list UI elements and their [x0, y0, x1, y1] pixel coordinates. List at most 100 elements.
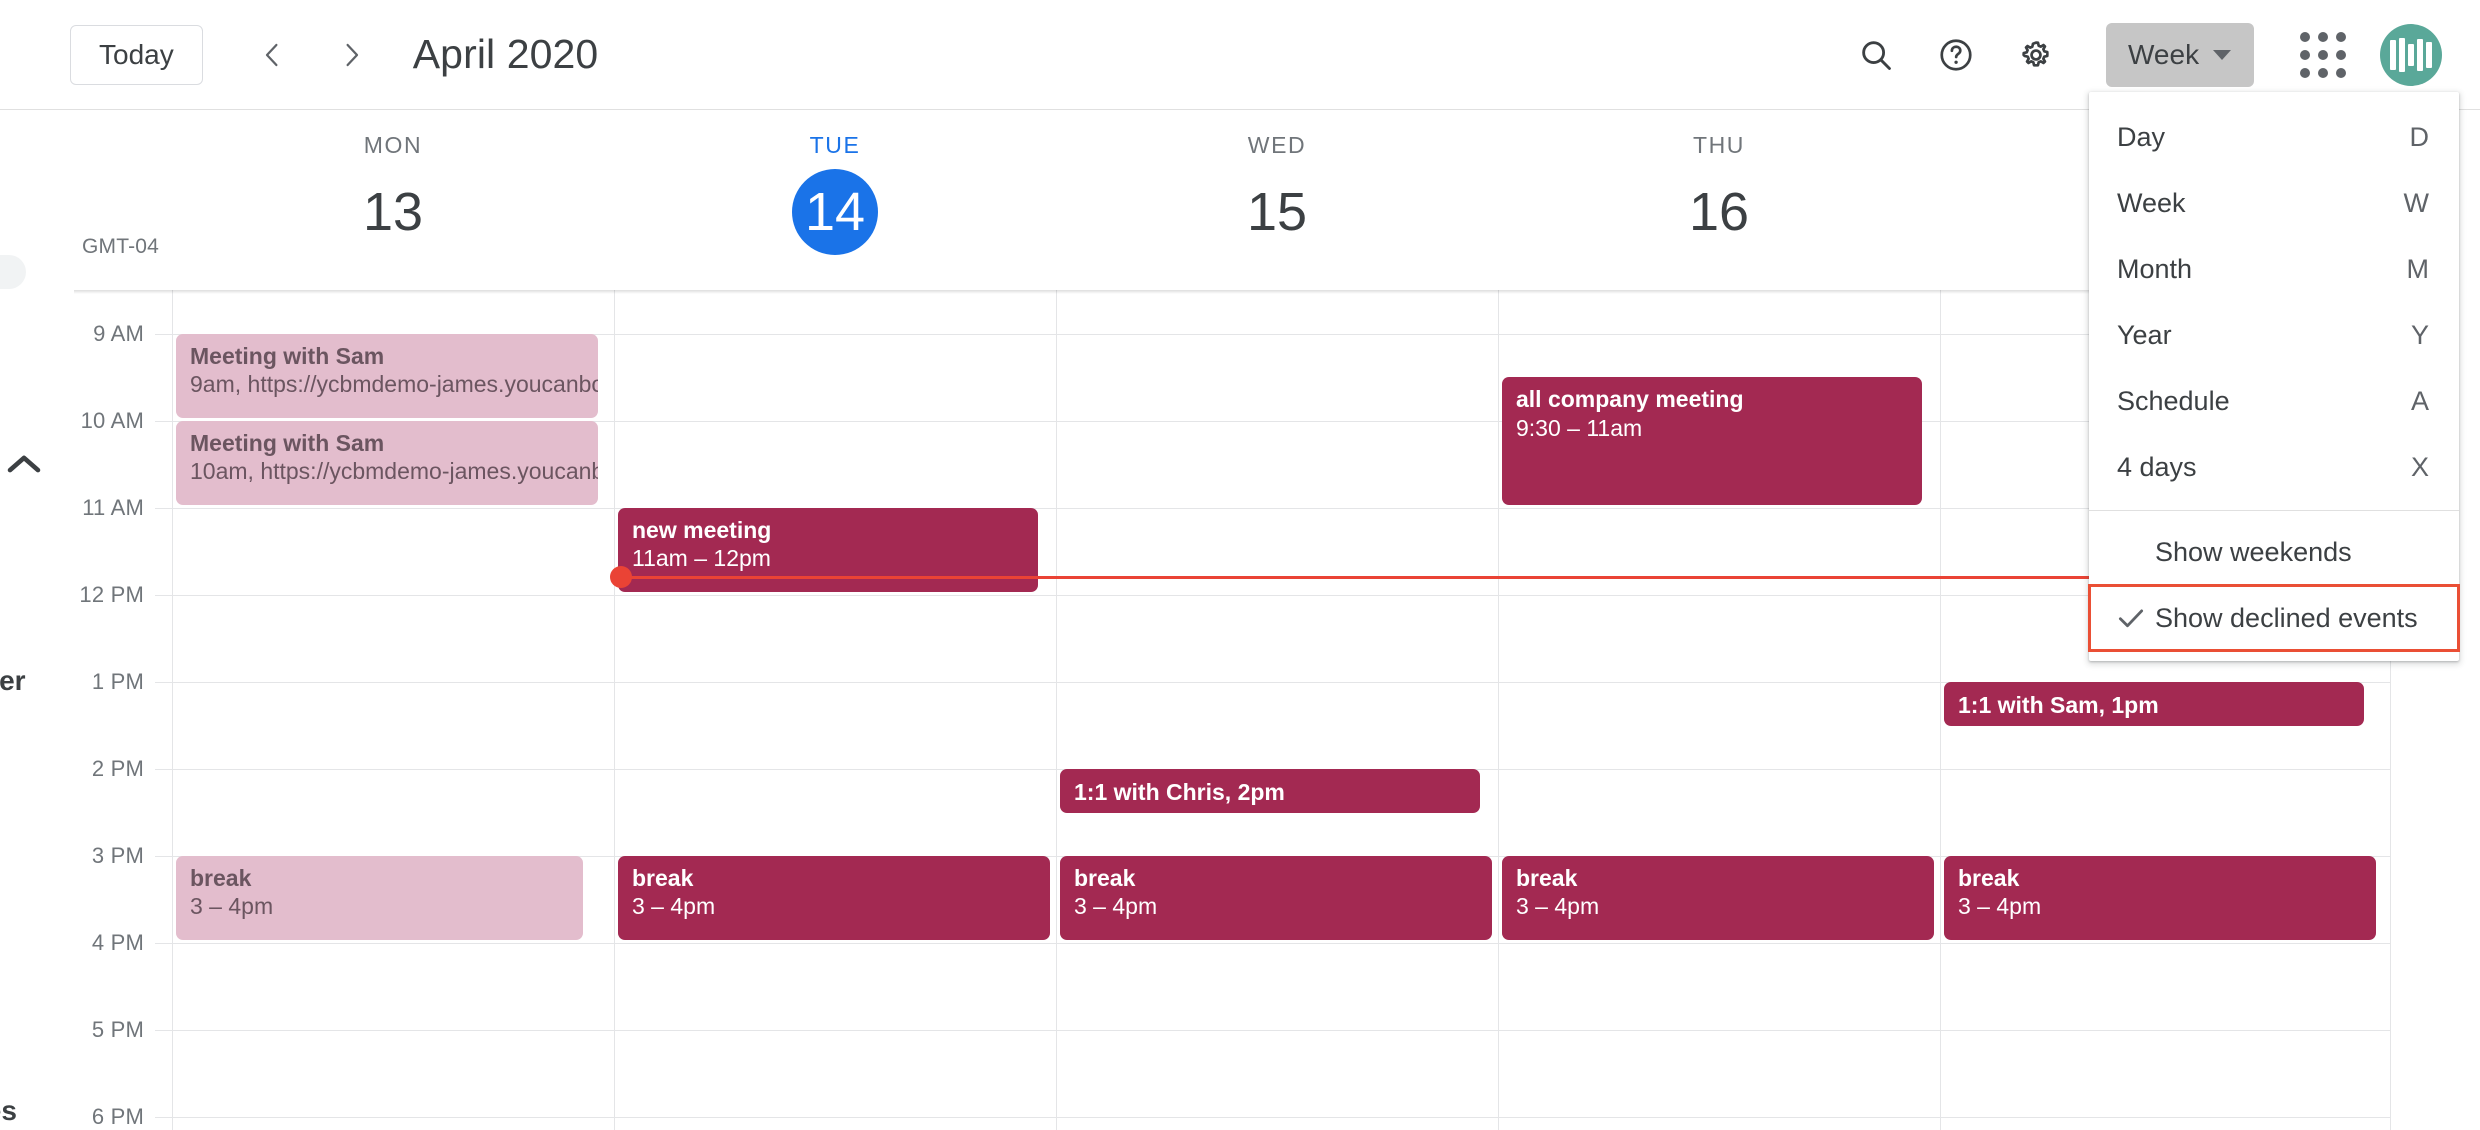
menu-item-label: 4 days	[2117, 451, 2197, 482]
event-title: break	[1516, 864, 1578, 891]
hour-tick	[155, 333, 172, 335]
calendar-event[interactable]: break 3 – 4pm	[176, 855, 583, 940]
menu-item-shortcut: M	[2406, 253, 2430, 284]
view-selector-button[interactable]: Week	[2106, 22, 2254, 87]
next-period-button[interactable]	[323, 26, 381, 84]
avatar-bar	[2426, 41, 2432, 68]
toolbar-actions: Week	[1838, 17, 2480, 93]
page-title: April 2020	[412, 31, 599, 77]
hour-tick	[155, 1116, 172, 1118]
event-title: break	[1958, 864, 2020, 891]
time-label: 4 PM	[91, 929, 144, 955]
event-title: new meeting	[632, 516, 772, 543]
menu-item-shortcut: X	[2410, 451, 2429, 482]
event-time: 3 – 4pm	[190, 893, 274, 920]
time-label: 3 PM	[91, 842, 144, 868]
menu-item-4-days[interactable]: 4 days X	[2089, 434, 2459, 500]
day-number-label: 14	[792, 169, 878, 255]
avatar-bar	[2399, 37, 2405, 72]
event-title: 1:1 with Chris, 2pm	[1074, 778, 1285, 805]
day-header-thu[interactable]: THU 16	[1498, 110, 1940, 290]
hour-tick	[155, 855, 172, 857]
time-label: 11 AM	[82, 494, 144, 520]
menu-item-month[interactable]: Month M	[2089, 236, 2459, 302]
calendar-event[interactable]: Meeting with Sam 9am, https://ycbmdemo-ja…	[176, 333, 598, 418]
chevron-up-icon	[7, 455, 41, 473]
google-apps-button[interactable]	[2300, 31, 2346, 78]
day-header-mon[interactable]: MON 13	[172, 110, 614, 290]
calendar-event[interactable]: 1:1 with Sam, 1pm	[1944, 681, 2364, 727]
menu-item-label: Month	[2117, 253, 2193, 284]
search-button[interactable]	[1838, 17, 1914, 93]
apps-grid-dot	[2300, 49, 2310, 60]
chevron-left-icon	[265, 43, 278, 66]
timezone-label: GMT-04	[82, 235, 160, 258]
time-label: 2 PM	[91, 755, 144, 781]
event-time: 3 – 4pm	[1958, 893, 2042, 920]
sidebar-pill	[0, 255, 26, 289]
menu-item-show-declined-events[interactable]: Show declined events	[2088, 584, 2460, 652]
chevron-down-icon	[2213, 49, 2232, 60]
event-title: Meeting with Sam	[190, 342, 385, 369]
navigation-arrows	[243, 26, 381, 84]
menu-item-schedule[interactable]: Schedule A	[2089, 368, 2459, 434]
apps-grid-dot	[2318, 67, 2328, 78]
menu-item-shortcut: A	[2410, 385, 2429, 416]
menu-item-week[interactable]: Week W	[2089, 170, 2459, 236]
day-of-week-label: TUE	[809, 132, 861, 158]
calendar-event[interactable]: break 3 – 4pm	[618, 855, 1050, 940]
event-title: Meeting with Sam	[190, 429, 385, 456]
calendar-event[interactable]: Meeting with Sam 10am, https://ycbmdemo-j…	[176, 420, 598, 505]
sidebar-peek: ger les	[0, 110, 74, 1130]
hour-tick	[155, 1029, 172, 1031]
menu-item-shortcut: W	[2403, 187, 2429, 218]
menu-item-show-weekends[interactable]: Show weekends	[2089, 519, 2459, 585]
day-column-2[interactable]	[1056, 290, 1498, 1130]
search-icon	[1862, 40, 1891, 70]
calendar-event[interactable]: new meeting 11am – 12pm	[618, 507, 1038, 592]
help-icon	[1940, 38, 1972, 71]
apps-grid-dot	[2300, 67, 2310, 78]
day-header-tue[interactable]: TUE 14	[614, 110, 1056, 290]
avatar-bar	[2390, 39, 2396, 70]
event-title: 1:1 with Sam, 1pm	[1958, 691, 2159, 718]
hour-tick	[155, 594, 172, 596]
sidebar-text-fragment-2: les	[0, 1095, 17, 1126]
calendar-event[interactable]: break 3 – 4pm	[1944, 855, 2376, 940]
day-header-wed[interactable]: WED 15	[1056, 110, 1498, 290]
apps-grid-dot	[2300, 31, 2310, 42]
previous-period-button[interactable]	[243, 26, 301, 84]
menu-item-shortcut: Y	[2410, 319, 2429, 350]
menu-item-year[interactable]: Year Y	[2089, 302, 2459, 368]
day-column-1[interactable]	[614, 290, 1056, 1130]
day-number-label: 13	[362, 182, 424, 242]
time-label: 6 PM	[91, 1103, 144, 1129]
avatar[interactable]	[2380, 23, 2442, 86]
menu-item-day[interactable]: Day D	[2089, 104, 2459, 170]
calendar-app: Today April 2020 Week er s GMT-04 MON 13…	[0, 0, 2480, 1130]
sidebar-text-fragment-1: ger	[0, 665, 26, 696]
day-number-label: 15	[1246, 182, 1308, 242]
calendar-event[interactable]: all company meeting 9:30 – 11am	[1502, 377, 1922, 505]
calendar-event[interactable]: 1:1 with Chris, 2pm	[1060, 768, 1480, 814]
menu-item-label: Week	[2117, 187, 2186, 218]
help-button[interactable]	[1918, 17, 1994, 93]
event-time: 3 – 4pm	[632, 893, 716, 920]
event-title: break	[190, 864, 252, 891]
avatar-bar	[2417, 38, 2423, 71]
day-of-week-label: THU	[1692, 132, 1746, 158]
settings-button[interactable]	[1998, 17, 2074, 93]
calendar-event[interactable]: break 3 – 4pm	[1060, 855, 1492, 940]
event-time: 10am, https://ycbmdemo-james.youcanb	[190, 458, 598, 485]
sidebar-collapse-button[interactable]	[2, 450, 46, 483]
event-time: 9:30 – 11am	[1516, 414, 1643, 441]
chevron-right-icon	[346, 43, 358, 66]
hour-tick	[155, 768, 172, 770]
hour-tick	[155, 942, 172, 944]
event-time: 11am – 12pm	[632, 545, 771, 572]
menu-item-label: Schedule	[2117, 385, 2230, 416]
time-label: 9 AM	[93, 320, 144, 346]
time-label: 10 AM	[80, 407, 144, 433]
today-button[interactable]: Today	[70, 24, 203, 85]
calendar-event[interactable]: break 3 – 4pm	[1502, 855, 1934, 940]
